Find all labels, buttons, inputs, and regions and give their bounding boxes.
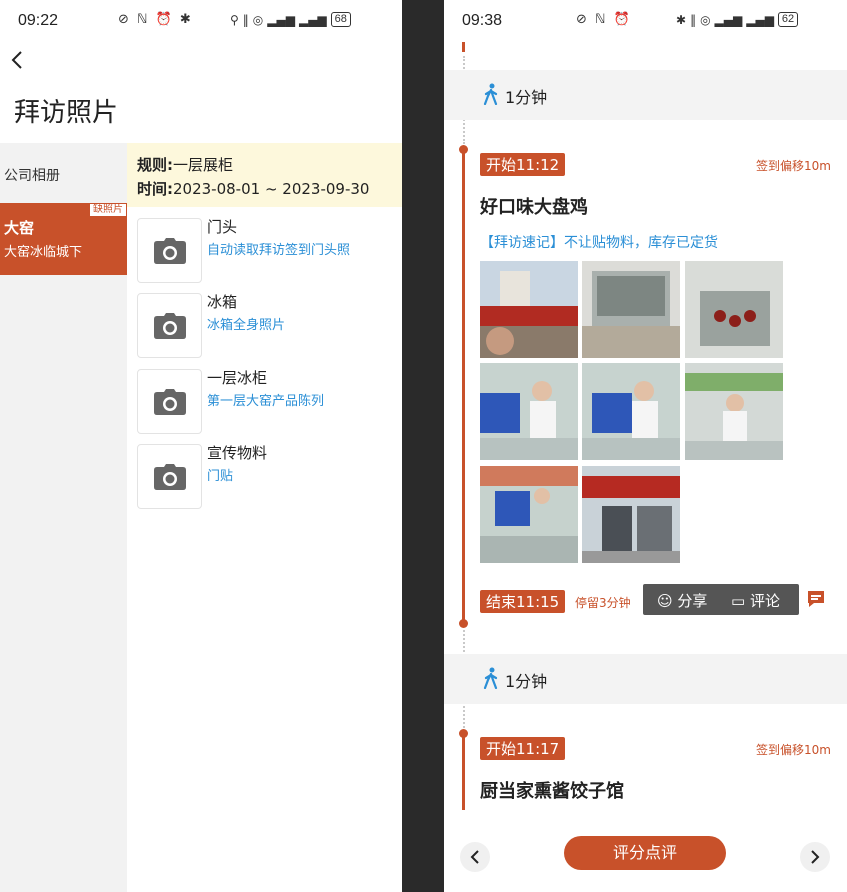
system-status-icons: ⊘ ℕ ⏰ (576, 12, 632, 27)
travel-time-text: 1分钟 (505, 88, 548, 107)
photo-item: 一层冰柜 第一层大窑产品陈列 (137, 369, 397, 435)
rule-line: 规则:一层展柜 (137, 156, 234, 174)
visit-note: 【拜访速记】不让贴物料，库存已定货 (480, 235, 718, 251)
photo-item-title: 门头 (207, 218, 238, 236)
status-bar: 09:38 ⊘ ℕ ⏰ ✱ ‖ ◎ ▂▄▆ ▂▄▆ 62 (444, 0, 847, 44)
timeline-segment (462, 42, 465, 52)
left-phone-screen: 09:22 ⊘ ℕ ⏰ ✱ ⚲ ‖ ◎ ▂▄▆ ▂▄▆ 68 拜访照片 公司相册… (0, 0, 402, 892)
system-status-icons: ⊘ ℕ ⏰ ✱ (118, 12, 193, 27)
missing-photo-badge: 缺照片 (89, 203, 127, 217)
previous-button[interactable] (460, 842, 490, 872)
travel-time-text: 1分钟 (505, 672, 548, 691)
signal-icons: ⚲ ‖ ◎ ▂▄▆ ▂▄▆ 68 (230, 12, 351, 27)
rule-info-box: 规则:一层展柜 时间:2023-08-01 ~ 2023-09-30 (127, 143, 402, 207)
visit-photo[interactable] (480, 261, 578, 358)
photo-item-desc: 自动读取拜访签到门头照 (207, 243, 351, 258)
visit-store-name: 厨当家熏酱饺子馆 (480, 781, 624, 802)
stay-duration-text: 停留3分钟 (575, 596, 631, 610)
album-sidebar: 公司相册 大窑 大窑冰临城下 缺照片 (0, 143, 127, 892)
timeline-segment (462, 734, 465, 810)
next-button[interactable] (800, 842, 830, 872)
status-time: 09:22 (18, 12, 59, 29)
rate-review-button[interactable]: 评分点评 (564, 836, 726, 870)
cellular-signal-icon-2: ▂▄▆ (298, 12, 327, 27)
visit-photo[interactable] (582, 363, 680, 460)
photo-item-title: 一层冰柜 (207, 369, 268, 387)
status-bar: 09:22 ⊘ ℕ ⏰ ✱ ⚲ ‖ ◎ ▂▄▆ ▂▄▆ 68 (0, 0, 402, 44)
bottom-navigation-bar: 评分点评 (444, 822, 847, 892)
visit-photo[interactable] (685, 363, 783, 460)
status-time: 09:38 (462, 12, 503, 29)
visit-photo[interactable] (582, 261, 680, 358)
chevron-right-icon (811, 850, 820, 864)
timeline-dot (459, 145, 468, 154)
photo-upload-button[interactable] (137, 444, 202, 509)
photo-upload-button[interactable] (137, 218, 202, 283)
wifi-icon: ◎ (700, 12, 711, 27)
camera-icon (153, 463, 186, 490)
photo-item-desc: 冰箱全身照片 (207, 318, 286, 333)
visit-store-name: 好口味大盘鸡 (480, 197, 588, 218)
photo-item: 冰箱 冰箱全身照片 (137, 293, 397, 359)
vibrate-icon: ‖ (242, 12, 249, 27)
comment-icon: ▭ (731, 592, 746, 610)
photo-upload-button[interactable] (137, 293, 202, 358)
photo-upload-button[interactable] (137, 369, 202, 434)
checkin-offset-text: 签到偏移10m (756, 159, 831, 173)
cellular-signal-icon: ▂▄▆ (267, 12, 295, 27)
timeline-dot (459, 619, 468, 628)
back-button[interactable] (10, 50, 34, 74)
visit-photo[interactable] (480, 363, 578, 460)
photo-item: 宣传物料 门贴 (137, 444, 397, 510)
chevron-left-icon (11, 51, 22, 69)
sidebar-item-company-album[interactable]: 公司相册 (0, 143, 127, 201)
comment-bubble-icon[interactable] (806, 589, 826, 609)
visit-end-tag: 结束11:15 (480, 590, 566, 613)
page-title: 拜访照片 (14, 98, 119, 128)
photo-item: 门头 自动读取拜访签到门头照 (137, 218, 397, 284)
store-subtitle: 大窑冰临城下 (4, 245, 83, 260)
photo-item-title: 冰箱 (207, 293, 238, 311)
chevron-left-icon (470, 850, 479, 864)
wifi-icon: ◎ (252, 12, 264, 27)
camera-icon (153, 388, 186, 415)
visit-action-bar: ☺ 分享 ▭ 评论 (643, 584, 799, 615)
timeline-segment (462, 150, 465, 624)
visit-photo[interactable] (480, 466, 578, 563)
share-button[interactable]: ☺ 分享 (657, 590, 707, 611)
travel-time-row: 1分钟 (444, 70, 847, 120)
store-name: 大窑 (4, 219, 35, 237)
camera-icon (153, 312, 186, 339)
signal-icons: ✱ ‖ ◎ ▂▄▆ ▂▄▆ 62 (676, 12, 799, 27)
photo-item-desc: 第一层大窑产品陈列 (207, 394, 325, 409)
visit-start-tag: 开始11:12 (480, 153, 566, 176)
vibrate-icon: ‖ (690, 12, 697, 27)
time-line: 时间:2023-08-01 ~ 2023-09-30 (137, 180, 370, 198)
battery-indicator: 68 (330, 12, 351, 27)
right-phone-screen: 09:38 ⊘ ℕ ⏰ ✱ ‖ ◎ ▂▄▆ ▂▄▆ 62 1分钟 开始11:12… (444, 0, 847, 892)
visit-start-tag: 开始11:17 (480, 737, 566, 760)
comment-button[interactable]: ▭ 评论 (731, 590, 780, 611)
battery-indicator: 62 (777, 12, 799, 27)
cellular-signal-icon-2: ▂▄▆ (746, 12, 774, 27)
bluetooth-icon: ✱ (676, 12, 687, 27)
photo-item-title: 宣传物料 (207, 444, 268, 462)
travel-time-row: 1分钟 (444, 654, 847, 704)
wechat-icon: ☺ (657, 592, 673, 610)
sidebar-item-store[interactable]: 大窑 大窑冰临城下 缺照片 (0, 203, 127, 275)
visit-photo[interactable] (582, 466, 680, 563)
location-icon: ⚲ (230, 12, 239, 27)
cellular-signal-icon: ▂▄▆ (714, 12, 743, 27)
walking-icon (483, 83, 498, 105)
camera-icon (153, 237, 186, 264)
timeline-dot (459, 729, 468, 738)
checkin-offset-text: 签到偏移10m (756, 743, 831, 757)
photo-item-desc: 门贴 (207, 469, 234, 484)
walking-icon (483, 667, 498, 689)
visit-photo[interactable] (685, 261, 783, 358)
